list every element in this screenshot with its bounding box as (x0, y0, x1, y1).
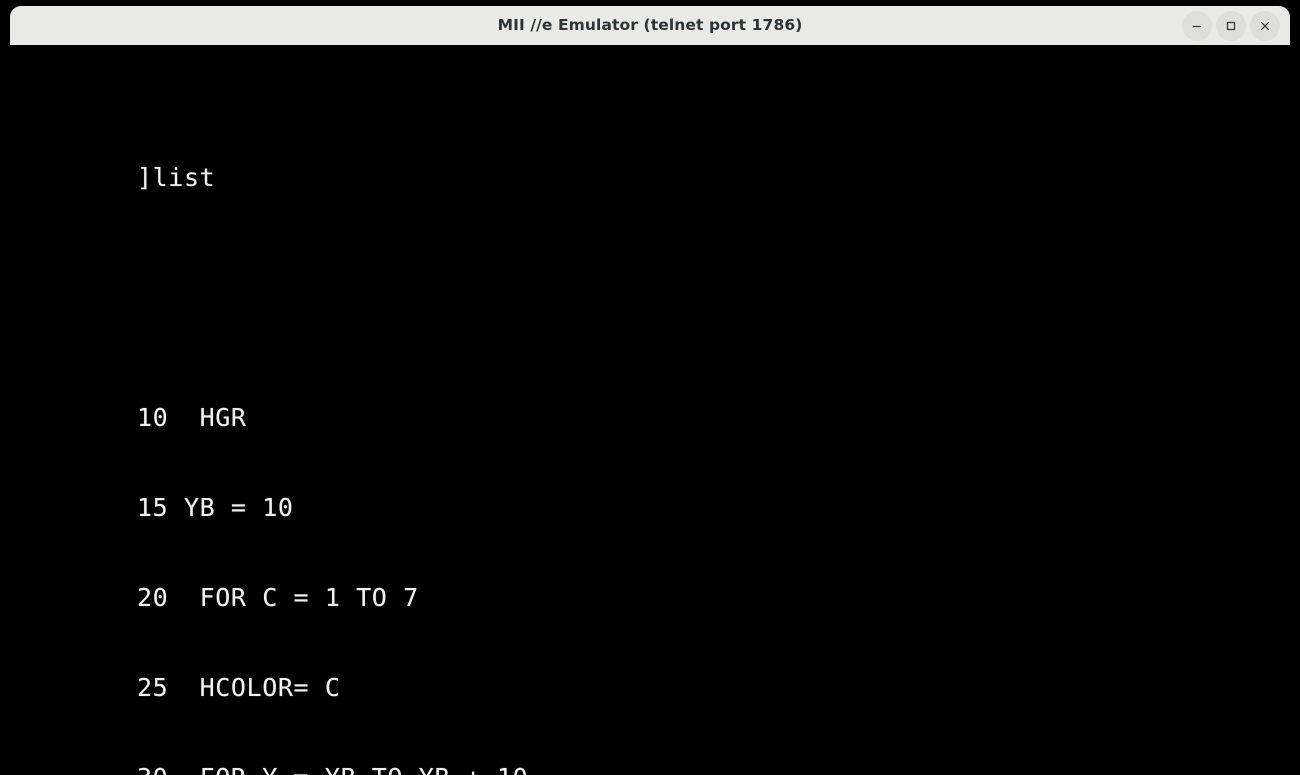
emulator-window: MII //e Emulator (telnet port 1786)]lis… (0, 0, 1300, 775)
window-title: MII //e Emulator (telnet port 1786) (497, 16, 803, 34)
program-line: 10 HGR (137, 403, 247, 432)
terminal-command-line: ]list (137, 163, 216, 192)
terminal-screen[interactable]: ]list 10 HGR 15 YB = 10 20 FOR C = 1 TO … (10, 45, 1290, 775)
program-line: 15 YB = 10 (137, 493, 294, 522)
minimize-button[interactable] (1182, 11, 1212, 41)
program-line: 25 HCOLOR= C (137, 673, 341, 702)
maximize-button[interactable] (1216, 11, 1246, 41)
program-line: 30 FOR Y = YB TO YB + 10 (137, 763, 528, 775)
terminal-blank-line-1 (137, 283, 528, 313)
maximize-icon (1226, 21, 1236, 31)
window-controls (1182, 10, 1280, 42)
program-line: 20 FOR C = 1 TO 7 (137, 583, 419, 612)
close-button[interactable] (1250, 11, 1280, 41)
terminal-output: ]list 10 HGR 15 YB = 10 20 FOR C = 1 TO … (137, 73, 528, 775)
close-icon (1260, 21, 1270, 31)
minimize-icon (1192, 25, 1202, 28)
window-titlebar[interactable]: MII //e Emulator (telnet port 1786) (10, 6, 1290, 45)
